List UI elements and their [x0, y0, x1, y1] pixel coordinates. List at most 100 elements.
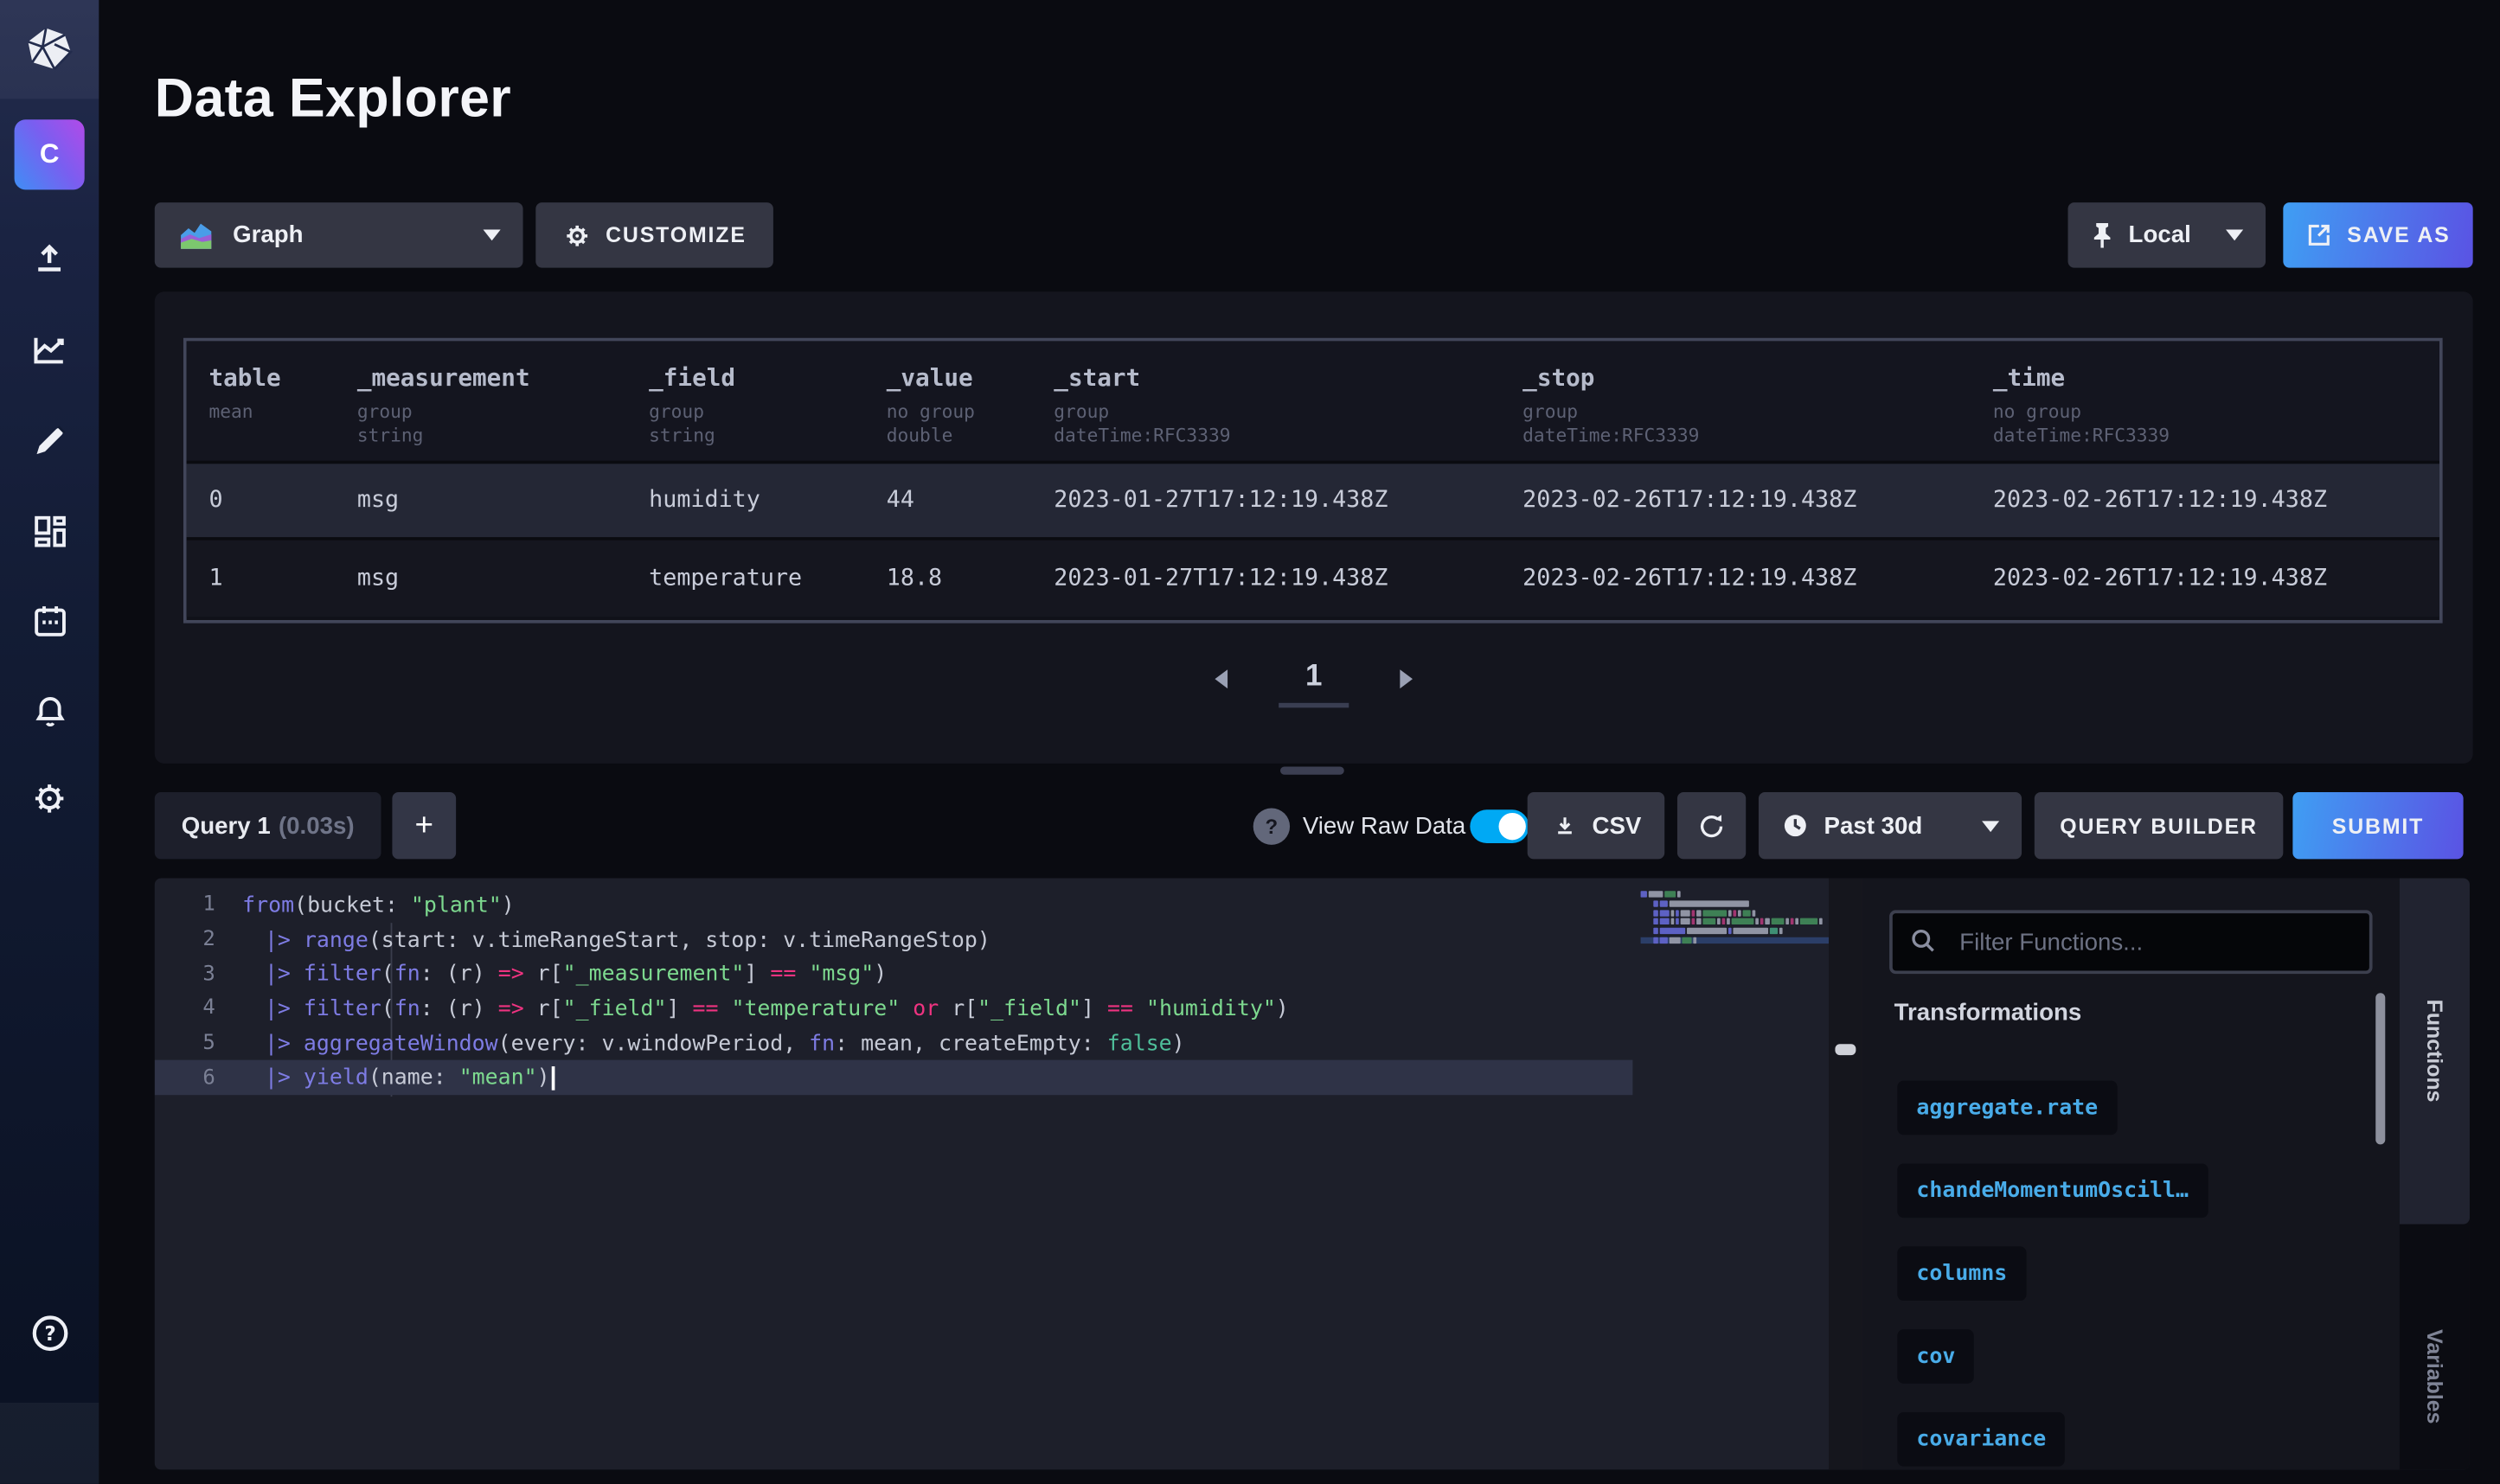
view-type-dropdown[interactable]: Graph: [155, 202, 523, 268]
column-type: dateTime:RFC3339: [1522, 424, 1993, 448]
minimap-token: [1670, 937, 1681, 943]
minimap[interactable]: [1641, 891, 1829, 946]
function-item[interactable]: chandeMomentumOscill…: [1897, 1163, 2208, 1218]
help-icon: ?: [29, 1313, 69, 1353]
code-line[interactable]: 6|> yield(name: "mean"): [155, 1060, 1633, 1095]
code-line[interactable]: 5|> aggregateWindow(every: v.windowPerio…: [155, 1027, 1633, 1061]
functions-scrollbar-thumb[interactable]: [2375, 993, 2385, 1144]
minimap-token: [1649, 891, 1663, 897]
code-line[interactable]: 3|> filter(fn: (r) => r["_measurement"] …: [155, 957, 1633, 992]
sidebar-item-dashboards[interactable]: [0, 496, 99, 566]
minimap-token: [1728, 928, 1732, 934]
plus-label: +: [414, 808, 433, 844]
gear-icon: [30, 779, 68, 817]
code-token: (: [381, 996, 394, 1021]
influxdb-logo-icon: [25, 27, 73, 72]
svg-text:?: ?: [43, 1322, 54, 1345]
table-cell: 2023-02-26T17:12:19.438Z: [1522, 566, 1993, 591]
table-row: 0msghumidity442023-01-27T17:12:19.438Z20…: [187, 464, 2439, 540]
code-line[interactable]: 1from(bucket: "plant"): [155, 888, 1633, 923]
code-token: "temperature": [731, 996, 900, 1021]
minimap-token: [1676, 918, 1679, 924]
prev-page-button[interactable]: [1215, 669, 1228, 688]
minimap-token: [1717, 918, 1721, 924]
table-cell: 0: [208, 488, 356, 513]
customize-button[interactable]: CUSTOMIZE: [535, 202, 773, 268]
sidebar-item-alerts[interactable]: [0, 675, 99, 745]
column-group: group: [649, 400, 887, 425]
tab-functions[interactable]: Functions: [2400, 879, 2470, 1225]
editor-scrollbar[interactable]: [1829, 879, 1862, 1470]
minimap-token: [1660, 928, 1685, 934]
submit-button[interactable]: SUBMIT: [2292, 792, 2463, 859]
code-token: "humidity": [1146, 996, 1276, 1021]
minimap-token: [1664, 891, 1676, 897]
minimap-line: [1641, 900, 1829, 906]
minimap-token: [1676, 910, 1679, 916]
minimap-token: [1671, 918, 1675, 924]
next-page-button[interactable]: [1400, 669, 1413, 688]
page-underline: [1279, 703, 1349, 708]
clock-icon: [1781, 811, 1810, 840]
code-token: "_field": [978, 996, 1081, 1021]
function-item[interactable]: aggregate.rate: [1897, 1081, 2117, 1135]
refresh-button[interactable]: [1677, 792, 1746, 859]
minimap-token: [1696, 910, 1702, 916]
code-token: =>: [498, 962, 524, 987]
code-token: aggregateWindow: [304, 1031, 498, 1056]
influxdb-logo[interactable]: [0, 0, 99, 99]
add-query-button[interactable]: +: [392, 792, 456, 859]
code-token: =>: [498, 996, 524, 1021]
minimap-line: [1641, 937, 1829, 943]
sidebar-item-help[interactable]: ?: [0, 1297, 99, 1367]
code-text: |> filter(fn: (r) => r["_field"] == "tem…: [236, 996, 1289, 1021]
minimap-token: [1641, 891, 1647, 897]
query-builder-label: QUERY BUILDER: [2060, 814, 2258, 838]
code-text: |> filter(fn: (r) => r["_measurement"] =…: [236, 962, 887, 987]
sidebar-item-data-explorer[interactable]: [0, 405, 99, 475]
code-token: from: [242, 892, 294, 918]
time-range-label: Past 30d: [1824, 812, 1923, 839]
sidebar-footer: [0, 1403, 99, 1484]
sidebar-item-tasks[interactable]: [0, 585, 99, 655]
pane-resize-handle[interactable]: [1280, 767, 1344, 775]
table-cell: 2023-01-27T17:12:19.438Z: [1054, 566, 1522, 591]
local-dropdown[interactable]: Local: [2068, 202, 2266, 268]
minimap-token: [1755, 918, 1759, 924]
download-icon: [1551, 812, 1578, 839]
code-token: ]: [744, 962, 770, 987]
query-builder-button[interactable]: QUERY BUILDER: [2035, 792, 2284, 859]
tab-variables[interactable]: Variables: [2400, 1274, 2470, 1470]
minimap-token: [1671, 910, 1675, 916]
query-tab[interactable]: Query 1 (0.03s): [155, 792, 381, 859]
view-raw-data-toggle[interactable]: [1470, 809, 1529, 843]
editor-scrollbar-thumb[interactable]: [1835, 1044, 1856, 1055]
line-chart-icon: [30, 330, 68, 368]
account-avatar[interactable]: C: [15, 119, 85, 189]
function-item[interactable]: covariance: [1897, 1412, 2065, 1467]
code-lines[interactable]: 1from(bucket: "plant")2|> range(start: v…: [155, 888, 1633, 1096]
csv-download-button[interactable]: CSV: [1528, 792, 1665, 859]
code-token: |>: [265, 1065, 304, 1091]
save-as-button[interactable]: SAVE AS: [2283, 202, 2472, 268]
column-name: _value: [887, 363, 1054, 392]
sidebar-item-graphs[interactable]: [0, 314, 99, 384]
raw-data-panel: tablemean_measurementgroupstring_fieldgr…: [155, 291, 2473, 764]
minimap-line: [1641, 918, 1829, 924]
time-range-dropdown[interactable]: Past 30d: [1759, 792, 2022, 859]
raw-data-help-icon[interactable]: ?: [1253, 808, 1290, 844]
save-as-label: SAVE AS: [2347, 223, 2450, 247]
function-item[interactable]: columns: [1897, 1246, 2026, 1301]
page-indicator: 1: [1279, 660, 1349, 707]
function-item[interactable]: cov: [1897, 1329, 1974, 1384]
sidebar-item-settings[interactable]: [0, 764, 99, 834]
code-token: ]: [1081, 996, 1107, 1021]
column-type: string: [357, 424, 649, 448]
code-line[interactable]: 2|> range(start: v.timeRangeStart, stop:…: [155, 923, 1633, 957]
minimap-token: [1785, 918, 1789, 924]
code-token: |>: [265, 996, 304, 1021]
current-page[interactable]: 1: [1305, 660, 1322, 695]
sidebar-item-upload[interactable]: [0, 223, 99, 293]
column-name: _start: [1054, 363, 1522, 392]
code-line[interactable]: 4|> filter(fn: (r) => r["_field"] == "te…: [155, 992, 1633, 1027]
